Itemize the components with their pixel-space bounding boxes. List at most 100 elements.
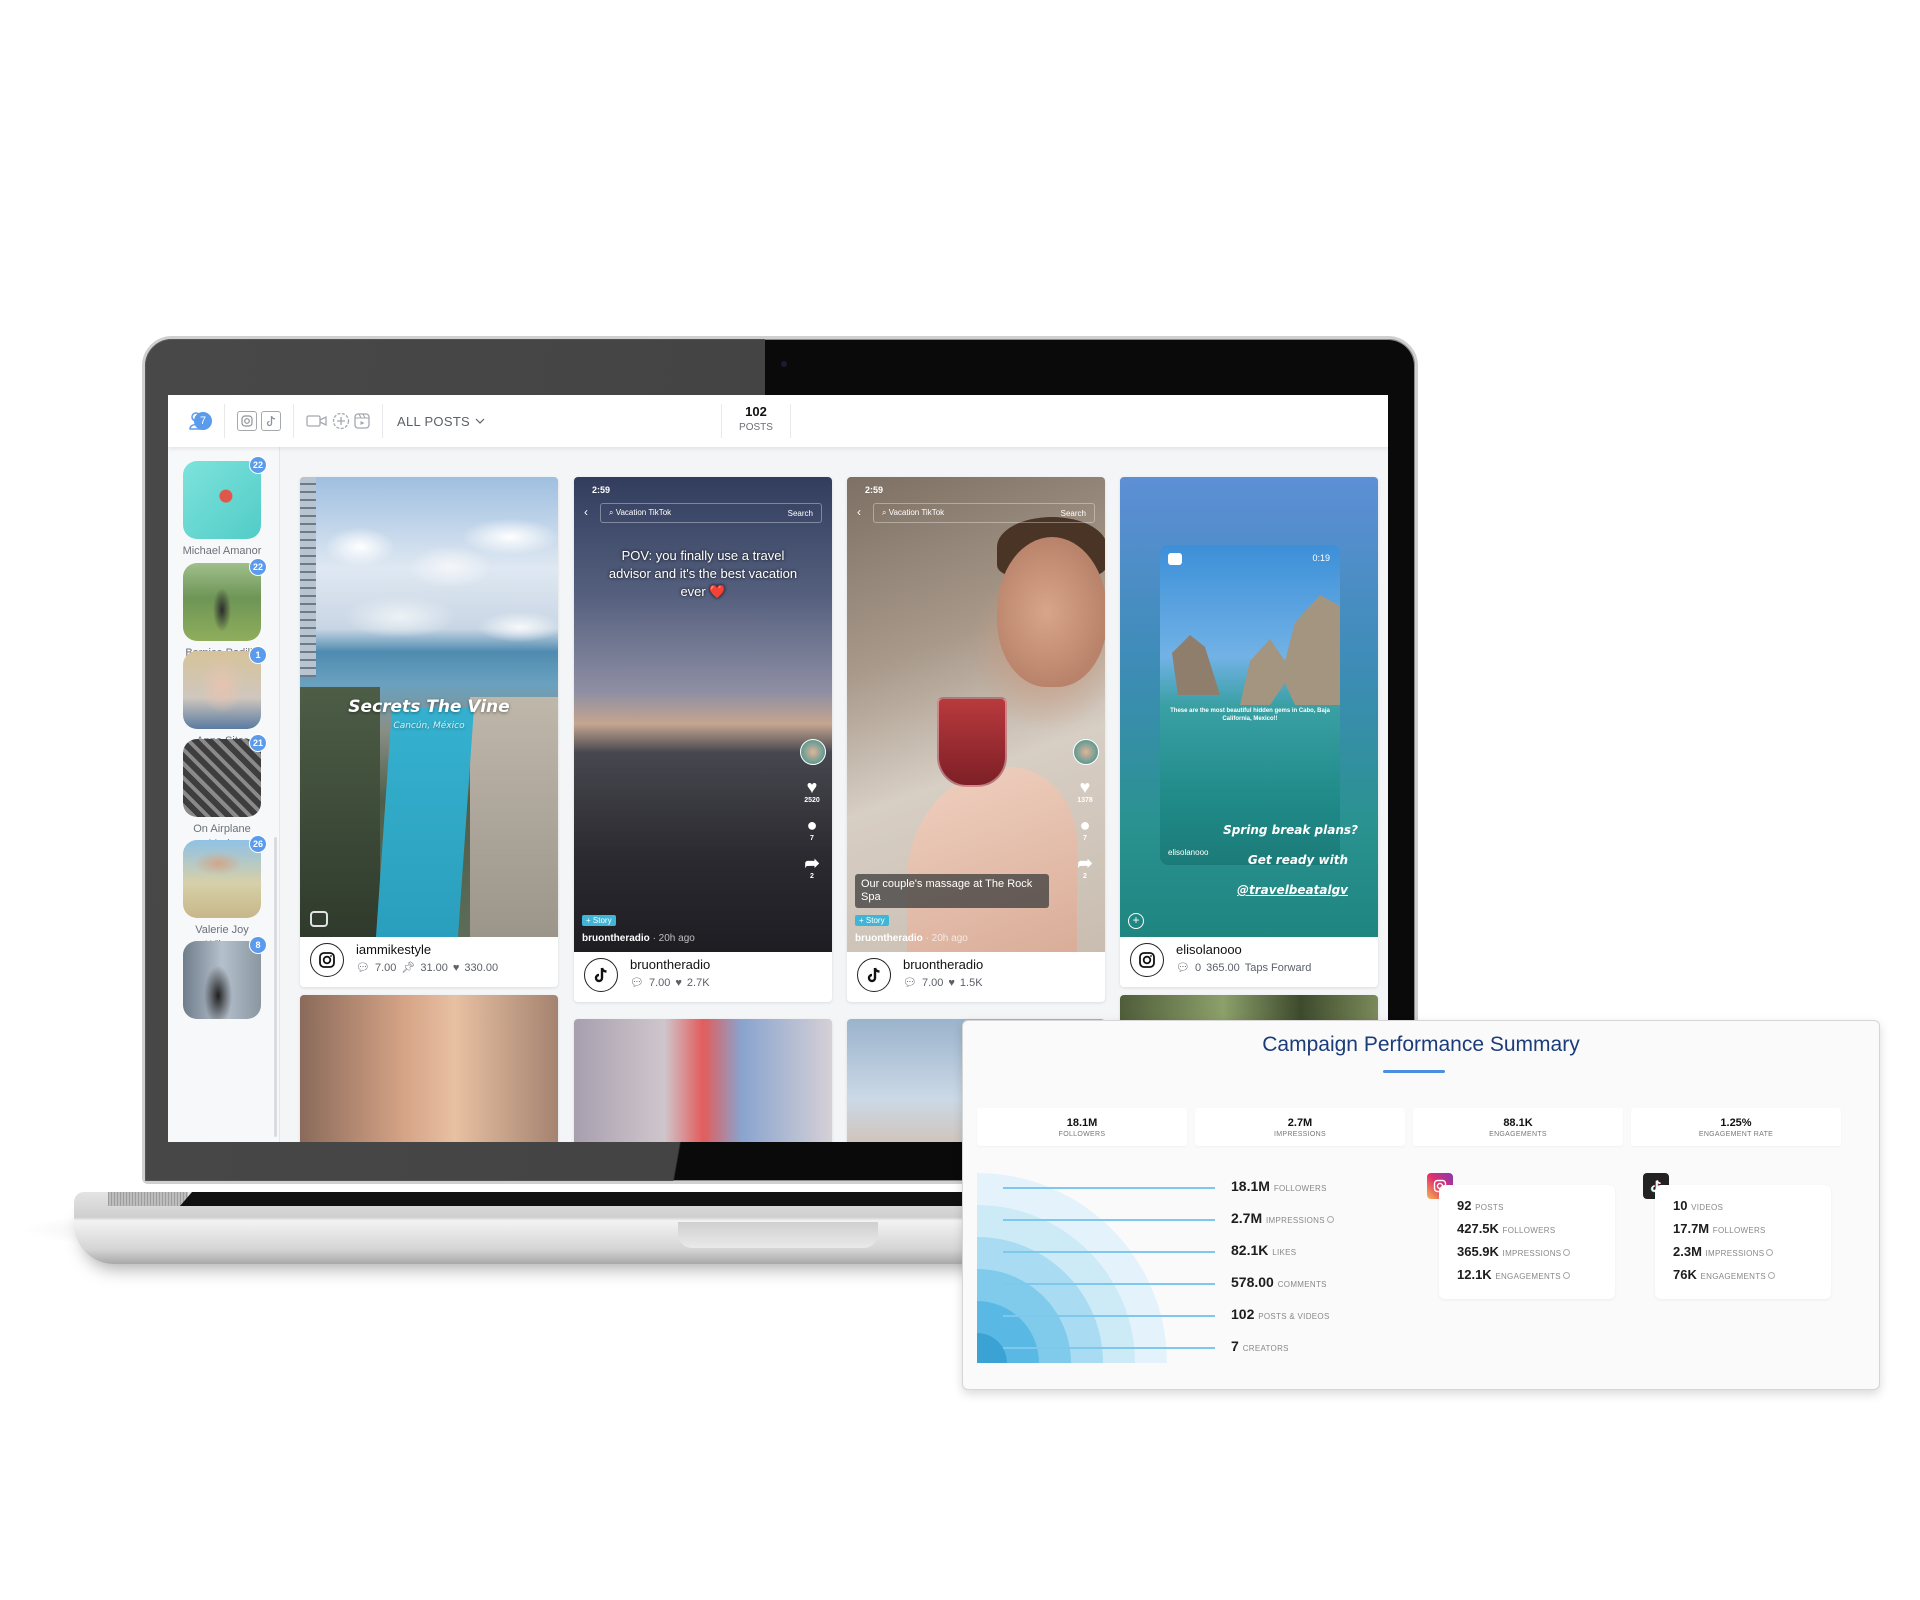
media-filter-group (294, 404, 383, 438)
post-stats: 💬︎ 7.00 ♥ 1.5K (903, 975, 1105, 991)
post-card[interactable]: 0:19 These are the most beautiful hidden… (1120, 477, 1378, 987)
pin-icon: 📌︎ (401, 962, 416, 974)
post-card[interactable] (300, 995, 558, 1142)
post-media: 2:59 ‹ ⌕ Vacation TikTok Search ♥ 1378 ● 7… (847, 477, 1105, 952)
instagram-filter-icon (241, 415, 253, 427)
instagram-filter-button[interactable] (237, 411, 257, 431)
story-reel-preview: 0:19 These are the most beautiful hidden… (1160, 545, 1340, 865)
reel-icon (1168, 553, 1182, 565)
creator-avatar-small (1073, 739, 1099, 765)
pool (375, 707, 475, 937)
comment-icon: 💬︎ (356, 962, 370, 974)
creator-name: Michael Amanor (182, 545, 262, 557)
post-card[interactable]: 2:59 ‹ ⌕ Vacation TikTok Search POV: you… (574, 477, 832, 1002)
platform-filter-group (225, 404, 294, 438)
ig-engagements: 12.1K ENGAGEMENTS (1457, 1264, 1615, 1287)
creator-post-count-badge: 1 (249, 646, 267, 664)
info-icon[interactable] (1326, 1215, 1334, 1223)
tt-videos: 10 VIDEOS (1673, 1198, 1724, 1213)
reel-caption: These are the most beautiful hidden gems… (1170, 708, 1330, 722)
creator-post-count-badge: 21 (249, 734, 267, 752)
tt-followers: 17.7M FOLLOWERS (1673, 1221, 1766, 1236)
comment-icon: ● (806, 815, 818, 835)
creator-item[interactable]: 22 Bernice Padilla (182, 558, 267, 661)
instagram-icon (1130, 943, 1164, 977)
search-button: Search (1060, 508, 1086, 518)
search-icon: ⌕ (882, 508, 889, 517)
all-posts-dropdown[interactable]: ALL POSTS (383, 414, 499, 429)
creator-avatar: 8 (183, 936, 267, 1019)
kpi-value: 18.1M (1066, 1117, 1098, 1129)
comment-stat: ● 7 (800, 815, 824, 842)
post-handle[interactable]: bruontheradio (903, 956, 1105, 973)
creator-item[interactable]: 22 Michael Amanor (182, 456, 267, 559)
post-card[interactable] (574, 1019, 832, 1142)
post-media (574, 1019, 832, 1142)
heart-icon: ♥ (948, 977, 955, 989)
title-underline (1383, 1070, 1445, 1073)
tiktok-filter-button[interactable] (261, 411, 281, 431)
post-handle[interactable]: iammikestyle (356, 941, 558, 958)
search-text: Vacation TikTok (888, 508, 945, 517)
creators-group: 7 (168, 404, 225, 438)
summary-title: Campaign Performance Summary (1262, 1033, 1580, 1056)
info-icon[interactable] (1562, 1272, 1570, 1280)
creator-avatar: 22 (183, 456, 267, 539)
post-handle[interactable]: bruontheradio (630, 956, 832, 973)
reel-icon (310, 911, 328, 927)
funnel-creators: 7 CREATORS (1231, 1338, 1289, 1354)
funnel-guide-line (1003, 1283, 1215, 1285)
post-media: Secrets The Vine Cancún, México (300, 477, 558, 937)
share-stat: ➦ 2 (800, 853, 824, 880)
likes-count: 1.5K (959, 977, 983, 989)
post-card[interactable]: 2:59 ‹ ⌕ Vacation TikTok Search ♥ 1378 ● 7… (847, 477, 1105, 1002)
sidebar-scrollbar[interactable] (274, 837, 277, 1137)
search-icon: ⌕ (609, 508, 616, 517)
funnel-followers: 18.1M FOLLOWERS (1231, 1178, 1327, 1194)
funnel-guide-line (1003, 1315, 1215, 1317)
creator-avatar: 22 (183, 558, 267, 641)
post-handle[interactable]: elisolanooo (1176, 941, 1378, 958)
reel-duration: 0:19 (1312, 553, 1330, 563)
creator-item[interactable]: 26 Valerie Joy Wilson (182, 835, 267, 953)
reel-author: elisolanooo (1168, 848, 1209, 857)
post-footer: iammikestyle 💬︎ 7.00 📌︎ 31.00 ♥ 330.00 (300, 937, 558, 987)
camera (781, 361, 787, 367)
creator-avatar-small (800, 739, 826, 765)
video-filter-button[interactable] (306, 414, 328, 428)
clouds (300, 507, 558, 657)
trackpad-notch (678, 1222, 878, 1248)
info-icon[interactable] (1766, 1249, 1774, 1257)
add-filter-button[interactable] (332, 412, 350, 430)
kpi-label: ENGAGEMENT RATE (1698, 1131, 1774, 1138)
app-header: 7 ALL POSTS 102 POSTS (168, 395, 1388, 447)
like-stat: ♥ 1378 (1073, 777, 1097, 804)
creator-item[interactable]: 21 On Airplane Mode (182, 734, 267, 852)
person-face (997, 537, 1105, 687)
share-icon: ➦ (1077, 853, 1093, 873)
heart-icon: ♥ (1079, 777, 1091, 797)
tiktok-icon (584, 958, 618, 992)
likes-count: 330.00 (464, 962, 499, 974)
instagram-icon (310, 943, 344, 977)
comments-count: 0 (1194, 962, 1202, 974)
tt-impressions: 2.3M IMPRESSIONS (1673, 1241, 1831, 1264)
comment-icon: 💬︎ (630, 977, 644, 989)
post-card[interactable]: Secrets The Vine Cancún, México iammikes… (300, 477, 558, 987)
funnel-likes: 82.1K LIKES (1231, 1242, 1297, 1258)
reel-filter-button[interactable] (354, 413, 370, 429)
info-icon[interactable] (1768, 1272, 1776, 1280)
speaker-grille (108, 1192, 188, 1206)
creator-item[interactable]: 1 Anna Sitar (182, 646, 267, 749)
posts-count-value: 102 (745, 404, 767, 419)
comment-icon: 💬︎ (903, 977, 917, 989)
info-icon[interactable] (1563, 1249, 1571, 1257)
drink-cup (937, 697, 1007, 787)
post-overlay-title: Secrets The Vine (348, 697, 510, 717)
add-icon: + (1128, 913, 1144, 929)
creators-sidebar: 22 Michael Amanor 22 Bernice Padilla 1 A… (168, 447, 280, 1142)
creators-button[interactable]: 7 (182, 410, 212, 432)
kpi-engagements: 88.1K ENGAGEMENTS (1413, 1108, 1623, 1146)
posts-count-stat[interactable]: 102 POSTS (721, 404, 791, 438)
creator-item[interactable]: 8 (182, 936, 267, 1019)
